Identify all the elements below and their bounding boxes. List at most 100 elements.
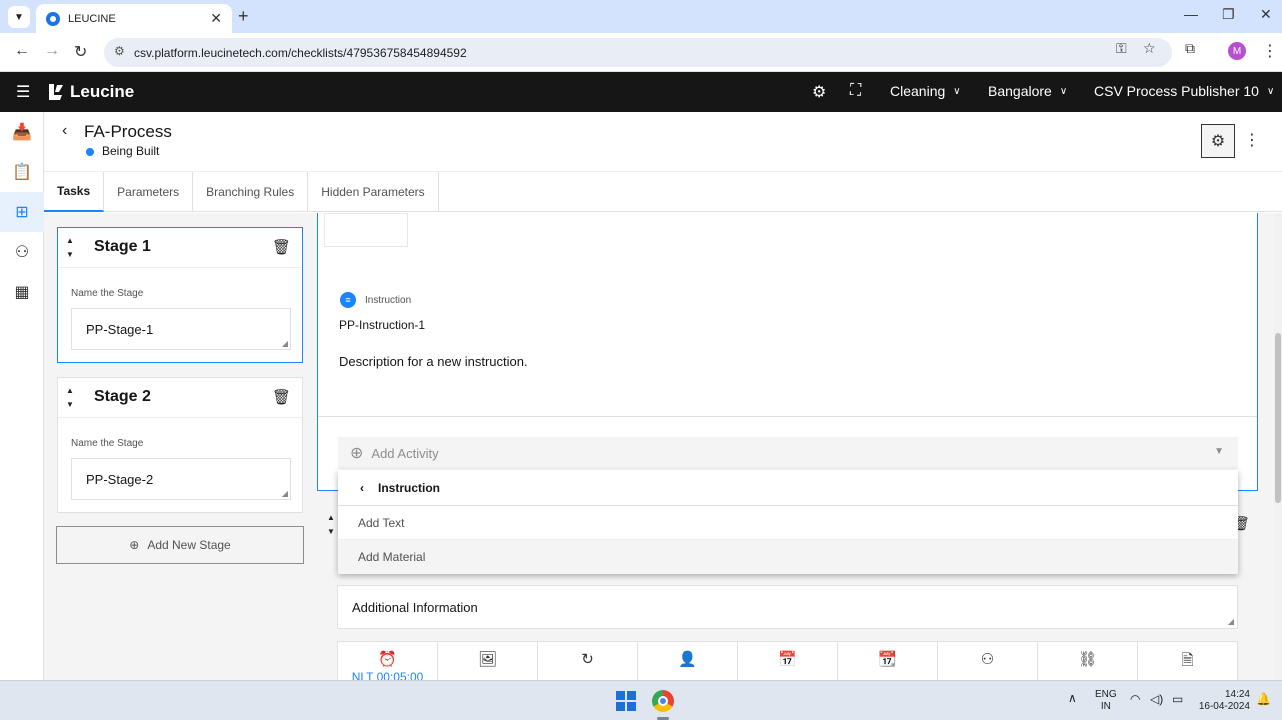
inbox-nav[interactable]: 📥 (0, 112, 44, 152)
clock-time: 14:24 (1224, 689, 1250, 700)
wifi-icon[interactable]: ◠ (1130, 692, 1140, 706)
stage-title: Stage 2 (94, 388, 151, 405)
workspace: ▲ ▼ Stage 1 🗑 Name the Stage PP-Stage-1 ◢… (44, 213, 1274, 680)
left-nav-rail: 📥 📋 ⊞ ⚇ ▦ (0, 112, 44, 680)
browser-tab[interactable]: LEUCINE ✕ (36, 4, 232, 33)
media-action[interactable]: 🖼 (438, 642, 538, 680)
menu-item-add-material[interactable]: Add Material (338, 540, 1238, 574)
process-settings-button[interactable]: ⚙ (1201, 124, 1235, 158)
tab-tasks[interactable]: Tasks (44, 172, 105, 212)
branching-action[interactable]: ⚇ (938, 642, 1038, 680)
new-tab-button[interactable]: + (238, 6, 249, 27)
settings-gear-icon[interactable]: ⚙ (812, 82, 826, 102)
site-settings-icon[interactable]: ⚙ (114, 44, 125, 58)
stage-name-input[interactable]: PP-Stage-2 ◢ (71, 458, 291, 500)
stage-name-value: PP-Stage-2 (86, 471, 154, 487)
stage-name-label: Name the Stage (71, 288, 144, 299)
app-header: ☰ Leucine ⚙ ⛶ Cleaning ∨ Bangalore ∨ CSV… (0, 72, 1282, 112)
user-select[interactable]: CSV Process Publisher 10 ∨ (1094, 83, 1274, 99)
interlock-action[interactable]: ⛓ (1038, 642, 1138, 680)
tab-hidden-parameters[interactable]: Hidden Parameters (308, 172, 439, 212)
minimize-icon[interactable]: — (1184, 6, 1198, 22)
tab-branching-rules[interactable]: Branching Rules (193, 172, 309, 212)
task-name-value: Additional Information (352, 599, 478, 615)
facility-select[interactable]: Cleaning ∨ (890, 83, 961, 99)
add-activity-menu: ‹ Instruction Add Text Add Material (338, 470, 1238, 574)
add-activity-select[interactable]: ⊕ Add Activity ▼ (338, 437, 1238, 469)
os-taskbar: ∧ ENG IN ◠ ◁) ▭ 14:24 16-04-2024 🔔 (0, 680, 1282, 720)
media-thumbnail[interactable] (324, 213, 408, 247)
calculator-icon: ▦ (14, 284, 30, 301)
back-chevron-icon[interactable]: ‹ (62, 122, 67, 140)
bookmark-star-icon[interactable]: ☆ (1143, 40, 1156, 57)
menu-item-add-text[interactable]: Add Text (338, 506, 1238, 540)
site-select[interactable]: Bangalore ∨ (988, 83, 1067, 99)
menu-back-header[interactable]: ‹ Instruction (338, 470, 1238, 506)
timer-action[interactable]: ⏰ NLT 00:05:00 (338, 642, 438, 680)
user-icon: 👤 (678, 651, 697, 668)
reload-icon[interactable]: ↻ (74, 42, 87, 62)
trash-icon[interactable]: 🗑 (272, 388, 291, 406)
add-new-stage-button[interactable]: ⊕ Add New Stage (56, 526, 304, 564)
forward-arrow-icon[interactable]: → (44, 42, 60, 60)
resize-handle-icon[interactable]: ◢ (1228, 617, 1234, 626)
scrollbar-thumb[interactable] (1275, 333, 1281, 503)
reorder-arrows-icon[interactable]: ▲ ▼ (66, 234, 74, 262)
browser-menu-icon[interactable]: ⋮ (1262, 41, 1278, 61)
calendar-icon: 📅 (778, 651, 797, 668)
hierarchy-icon: ⚇ (14, 244, 30, 261)
close-tab-icon[interactable]: ✕ (210, 10, 222, 27)
profile-avatar[interactable]: M (1228, 42, 1246, 60)
stage-card-1[interactable]: ▲ ▼ Stage 1 🗑 Name the Stage PP-Stage-1 ◢ (57, 227, 303, 363)
add-new-stage-label: Add New Stage (147, 538, 231, 552)
app-logo-text: Leucine (70, 82, 135, 101)
extensions-icon[interactable]: ⧉ (1185, 40, 1195, 57)
more-options-icon[interactable]: ⋮ (1244, 130, 1260, 150)
checklist-nav[interactable]: 📋 (0, 152, 44, 192)
due-date-action[interactable]: 📆 (838, 642, 938, 680)
scan-icon[interactable]: ⛶ (850, 82, 861, 100)
language-code: ENG (1095, 689, 1117, 700)
password-key-icon[interactable]: ⚿ (1116, 40, 1127, 57)
assignee-action[interactable]: 👤 (638, 642, 738, 680)
url-text: csv.platform.leucinetech.com/checklists/… (134, 45, 467, 60)
reorder-arrows-icon[interactable]: ▲ ▼ (327, 511, 335, 539)
reorder-arrows-icon[interactable]: ▲ ▼ (66, 384, 74, 412)
divider (318, 416, 1257, 417)
volume-icon[interactable]: ◁) (1150, 692, 1163, 706)
instruction-description[interactable]: Description for a new instruction. (339, 354, 528, 369)
tab-search-button[interactable]: ▼ (8, 6, 30, 28)
notification-bell-icon[interactable]: 🔔 (1256, 692, 1271, 706)
stage-name-input[interactable]: PP-Stage-1 ◢ (71, 308, 291, 350)
image-icon: 🖼 (477, 651, 498, 668)
address-bar[interactable]: ⚙ csv.platform.leucinetech.com/checklist… (104, 38, 1172, 67)
tab-parameters[interactable]: Parameters (104, 172, 194, 212)
task-name-input[interactable]: Additional Information ◢ (337, 585, 1238, 629)
instruction-icon: ≡ (340, 292, 356, 308)
windows-start-icon[interactable] (616, 691, 636, 711)
stage-header: ▲ ▼ Stage 1 🗑 (58, 228, 302, 268)
stage-card-2[interactable]: ▲ ▼ Stage 2 🗑 Name the Stage PP-Stage-2 ◢ (57, 377, 303, 513)
language-indicator[interactable]: ENG IN (1095, 689, 1117, 713)
restore-icon[interactable]: ❐ (1222, 6, 1235, 23)
chevron-down-icon: ∨ (1059, 85, 1068, 97)
resize-handle-icon[interactable]: ◢ (282, 339, 288, 348)
trash-icon[interactable]: 🗑 (272, 238, 291, 256)
ontology-nav[interactable]: ⚇ (0, 232, 44, 272)
battery-icon[interactable]: ▭ (1172, 692, 1183, 706)
clock[interactable]: 14:24 16-04-2024 (1196, 689, 1250, 713)
tray-overflow-icon[interactable]: ∧ (1068, 691, 1077, 705)
task-card: ≡ Instruction PP-Instruction-1 Descripti… (317, 213, 1258, 491)
process-nav[interactable]: ⊞ (0, 192, 44, 232)
recurrence-action[interactable]: ↻ (538, 642, 638, 680)
back-arrow-icon[interactable]: ← (14, 42, 30, 60)
document-icon: 🗎 (1181, 652, 1194, 669)
reports-nav[interactable]: ▦ (0, 272, 44, 312)
chrome-app-icon[interactable] (652, 690, 674, 712)
site-select-label: Bangalore (988, 83, 1052, 99)
resize-handle-icon[interactable]: ◢ (282, 489, 288, 498)
close-window-icon[interactable]: ✕ (1260, 6, 1272, 23)
hamburger-menu-icon[interactable]: ☰ (16, 82, 30, 102)
schedule-action[interactable]: 📅 (738, 642, 838, 680)
automation-action[interactable]: 🗎 (1138, 642, 1237, 680)
